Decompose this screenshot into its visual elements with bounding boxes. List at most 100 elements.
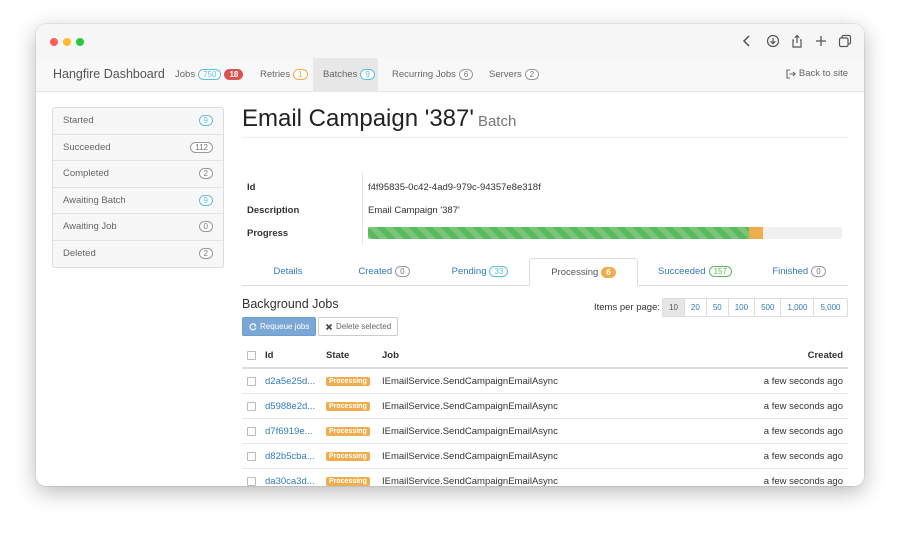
new-tab-icon[interactable] (812, 32, 830, 50)
items-per-page-label: Items per page: (594, 302, 661, 313)
page-size-option[interactable]: 1,000 (781, 299, 815, 316)
details-divider (362, 173, 363, 245)
sidebar-item-count: 112 (190, 141, 213, 153)
browser-window: Hangfire Dashboard Jobs 750 18 Retries 1… (36, 24, 864, 486)
sidebar-item-count: 2 (198, 168, 213, 180)
page-size-option[interactable]: 20 (685, 299, 707, 316)
sidebar-item-label: Awaiting Job (63, 221, 117, 233)
tab-overview-icon[interactable] (836, 32, 854, 50)
requeue-jobs-label: Requeue jobs (260, 322, 310, 331)
jobs-table: Id State Job Created d2a5e25d... Processi… (242, 343, 848, 486)
tab-pending[interactable]: Pending 33 (434, 258, 526, 285)
section-title: Background Jobs (242, 297, 339, 311)
description-value: Email Campaign '387' (368, 205, 460, 216)
download-icon[interactable] (764, 32, 782, 50)
back-to-site-link[interactable]: Back to site (786, 68, 848, 79)
nav-jobs-failed-badge: 18 (224, 69, 244, 80)
requeue-jobs-button[interactable]: Requeue jobs (242, 317, 317, 336)
state-badge: Processing (326, 451, 370, 461)
tab-processing-label: Processing (551, 266, 599, 278)
nav-retries-badge: 1 (293, 69, 308, 80)
dashboard-navbar: Hangfire Dashboard Jobs 750 18 Retries 1… (36, 58, 864, 92)
state-badge: Processing (326, 401, 370, 411)
batch-states-sidebar: Started 9 Succeeded 112 Completed 2 Awai… (52, 107, 224, 268)
column-header-job[interactable]: Job (382, 343, 399, 367)
sidebar-item-completed[interactable]: Completed 2 (53, 161, 223, 188)
sidebar-item-count: 2 (198, 248, 213, 260)
page-size-option[interactable]: 5,000 (814, 299, 846, 316)
refresh-icon (249, 322, 257, 330)
page-size-selector: 10 20 50 100 500 1,000 5,000 (662, 298, 848, 317)
batch-progress-bar (368, 227, 842, 239)
back-icon[interactable] (738, 32, 756, 50)
minimize-window-button[interactable] (63, 38, 71, 46)
job-name: IEmailService.SendCampaignEmailAsync (382, 400, 558, 412)
sidebar-item-awaiting-job[interactable]: Awaiting Job 0 (53, 214, 223, 241)
tab-finished-badge: 0 (811, 266, 826, 277)
column-header-created[interactable]: Created (808, 343, 843, 367)
tab-details-label: Details (273, 266, 303, 277)
job-name: IEmailService.SendCampaignEmailAsync (382, 475, 558, 487)
progress-processing-segment (749, 227, 763, 239)
tab-created[interactable]: Created 0 (338, 258, 430, 285)
sidebar-item-succeeded[interactable]: Succeeded 112 (53, 135, 223, 161)
tab-created-label: Created (358, 266, 393, 277)
progress-succeeded-segment (368, 227, 749, 239)
nav-jobs[interactable]: Jobs 750 18 (165, 58, 253, 91)
nav-servers-badge: 2 (524, 69, 540, 80)
tab-details[interactable]: Details (242, 258, 334, 285)
page-size-option[interactable]: 500 (755, 299, 782, 316)
brand-link[interactable]: Hangfire Dashboard (53, 67, 165, 81)
nav-recurring-jobs[interactable]: Recurring Jobs 6 (382, 58, 483, 91)
column-header-state[interactable]: State (326, 343, 349, 367)
state-badge: Processing (326, 476, 370, 486)
page-size-option[interactable]: 10 (663, 299, 685, 316)
nav-batches[interactable]: Batches 9 (313, 58, 378, 91)
tab-processing[interactable]: Processing 6 (529, 258, 638, 286)
job-id-link[interactable]: da30ca3d... (265, 469, 315, 487)
state-badge: Processing (326, 426, 370, 436)
tab-finished[interactable]: Finished 0 (750, 258, 848, 285)
nav-servers[interactable]: Servers 2 (479, 58, 549, 91)
row-checkbox[interactable] (247, 426, 256, 436)
sidebar-item-deleted[interactable]: Deleted 2 (53, 241, 223, 268)
select-all-checkbox[interactable] (247, 350, 256, 360)
description-label: Description (247, 205, 300, 216)
remove-icon (325, 323, 333, 330)
nav-batches-badge: 9 (360, 69, 375, 80)
page-size-option[interactable]: 100 (729, 299, 756, 316)
row-checkbox[interactable] (247, 401, 256, 411)
sidebar-item-started[interactable]: Started 9 (53, 108, 223, 135)
table-row: da30ca3d... Processing IEmailService.SendC… (242, 469, 848, 486)
close-window-button[interactable] (50, 38, 58, 46)
sidebar-item-awaiting-batch[interactable]: Awaiting Batch 9 (53, 188, 223, 214)
nav-jobs-label: Jobs (175, 69, 196, 80)
tab-succeeded-label: Succeeded (658, 266, 706, 277)
nav-retries[interactable]: Retries 1 (250, 58, 318, 91)
sidebar-item-count: 0 (198, 221, 213, 233)
job-id-link[interactable]: d2a5e25d... (265, 369, 315, 393)
job-id-link[interactable]: d82b5cba... (265, 444, 315, 468)
delete-selected-label: Delete selected (336, 322, 392, 331)
row-checkbox[interactable] (247, 376, 256, 386)
column-header-id[interactable]: Id (265, 343, 273, 367)
tab-succeeded-badge: 157 (708, 266, 732, 277)
row-checkbox[interactable] (247, 476, 256, 486)
row-checkbox[interactable] (247, 451, 256, 461)
zoom-window-button[interactable] (76, 38, 84, 46)
job-id-link[interactable]: d5988e2d... (265, 394, 315, 418)
page-size-option[interactable]: 50 (707, 299, 729, 316)
job-name: IEmailService.SendCampaignEmailAsync (382, 425, 558, 437)
job-name: IEmailService.SendCampaignEmailAsync (382, 450, 558, 462)
delete-selected-button[interactable]: Delete selected (318, 317, 399, 336)
sidebar-item-label: Succeeded (63, 141, 111, 153)
job-name: IEmailService.SendCampaignEmailAsync (382, 375, 558, 387)
job-id-link[interactable]: d7f6919e... (265, 419, 313, 443)
share-icon[interactable] (788, 32, 806, 50)
sidebar-item-label: Started (63, 115, 94, 127)
tab-created-badge: 0 (395, 266, 410, 277)
tab-succeeded[interactable]: Succeeded 157 (644, 258, 746, 285)
nav-jobs-count-badge: 750 (198, 69, 222, 80)
sidebar-item-label: Deleted (63, 248, 96, 260)
back-to-site-label: Back to site (798, 68, 848, 79)
